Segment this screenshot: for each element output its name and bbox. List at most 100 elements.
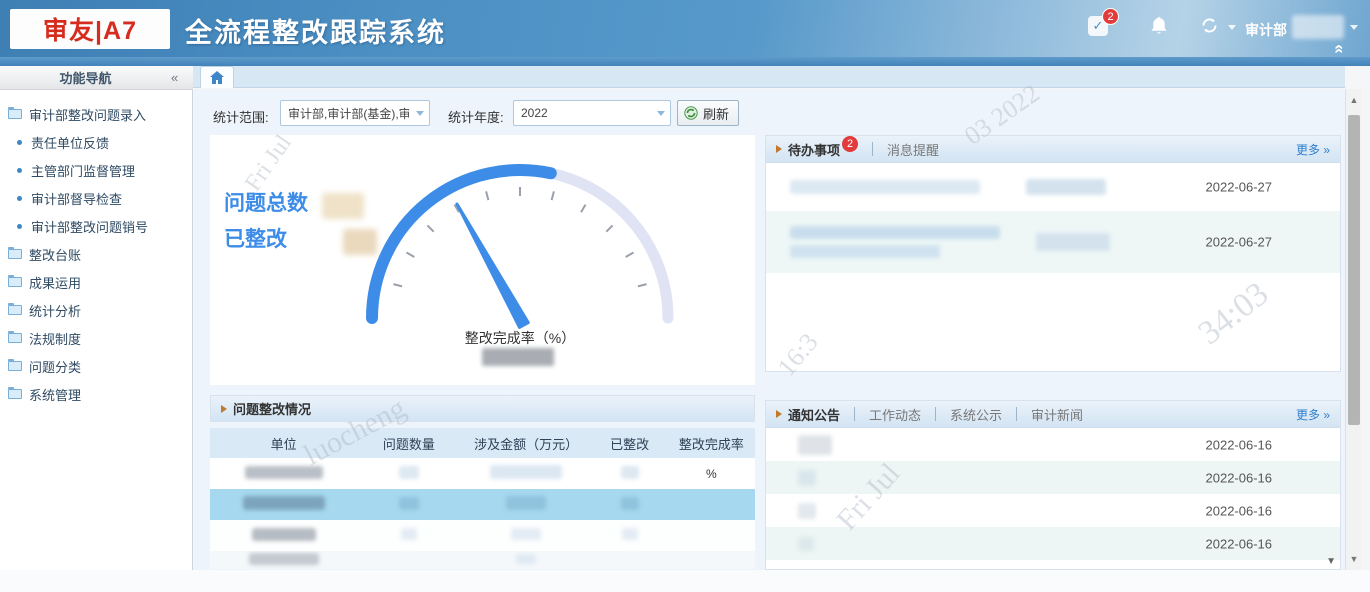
user-dropdown-caret[interactable] — [1350, 25, 1358, 30]
folder-icon — [8, 305, 22, 315]
refresh-button-label: 刷新 — [703, 104, 729, 123]
triangle-bullet-icon — [776, 145, 782, 153]
notice-row[interactable]: 2022-06-16 — [766, 494, 1340, 527]
sidebar-header: 功能导航 « — [0, 66, 193, 90]
redacted-text — [798, 503, 816, 519]
redacted-text — [399, 497, 419, 510]
notice-date: 2022-06-16 — [1206, 437, 1273, 452]
header-todo-badge: 2 — [1102, 8, 1119, 25]
sidebar-item-label: 审计部整改问题录入 — [29, 105, 146, 124]
sidebar-item-label: 法规制度 — [29, 329, 81, 348]
tab-system-announcements[interactable]: 系统公示 — [950, 405, 1002, 424]
gauge-needle — [457, 204, 528, 327]
todo-row[interactable]: 2022-06-27 — [766, 211, 1340, 273]
redacted-text — [1026, 179, 1106, 195]
vertical-scrollbar[interactable]: ▲ ▼ — [1345, 89, 1361, 570]
bullet-icon — [17, 196, 22, 201]
sidebar-item-results-usage[interactable]: 成果运用 — [0, 268, 193, 296]
sidebar-item-unit-feedback[interactable]: 责任单位反馈 — [0, 128, 193, 156]
divider — [854, 407, 855, 421]
notice-row[interactable]: 2022-06-16 — [766, 527, 1340, 560]
col-completion-rate: 整改完成率 — [668, 434, 755, 453]
redacted-text — [790, 180, 980, 194]
sidebar-collapse-icon[interactable]: « — [171, 70, 193, 85]
top-header: 审友|A7 全流程整改跟踪系统 ✓ 2 审计部 « — [0, 0, 1370, 57]
home-icon — [210, 71, 224, 84]
refresh-button[interactable]: 刷新 — [677, 100, 739, 126]
rate-cell: % — [668, 467, 755, 481]
todo-date: 2022-06-27 — [1206, 180, 1273, 195]
triangle-bullet-icon — [221, 405, 227, 413]
todo-panel-header: 待办事项 2 消息提醒 更多 » — [766, 136, 1340, 163]
notice-more-link[interactable]: 更多 » — [1296, 406, 1330, 423]
redacted-text — [790, 226, 1000, 239]
bullet-icon — [17, 140, 22, 145]
scroll-down-arrow-icon[interactable]: ▼ — [1346, 552, 1362, 566]
notice-date: 2022-06-16 — [1206, 503, 1273, 518]
tab-bar — [193, 66, 1345, 88]
refresh-icon[interactable] — [1200, 16, 1219, 35]
year-select[interactable]: 2022 — [513, 100, 671, 126]
redacted-text — [506, 496, 546, 510]
tab-message-reminder[interactable]: 消息提醒 — [887, 140, 939, 159]
redacted-text — [798, 537, 814, 551]
tab-notices[interactable]: 通知公告 — [788, 405, 840, 424]
sidebar-item-system-admin[interactable]: 系统管理 — [0, 380, 193, 408]
todo-more-link[interactable]: 更多 » — [1296, 141, 1330, 158]
redacted-text — [252, 528, 316, 541]
bell-icon[interactable] — [1150, 16, 1168, 36]
folder-icon — [8, 389, 22, 399]
chevron-down-icon — [416, 111, 424, 116]
redacted-text — [399, 466, 419, 479]
redacted-text — [1036, 233, 1110, 251]
scroll-up-arrow-icon[interactable]: ▲ — [1346, 93, 1362, 107]
scrollbar-thumb[interactable] — [1348, 115, 1360, 425]
folder-icon — [8, 361, 22, 371]
redacted-text — [790, 245, 940, 258]
sidebar-item-statistics[interactable]: 统计分析 — [0, 296, 193, 324]
redacted-text — [516, 554, 536, 564]
gauge-panel: 问题总数 已整改 整改完成率（%） — [210, 135, 755, 385]
notice-row[interactable]: 2022-06-16 — [766, 461, 1340, 494]
tab-home[interactable] — [200, 66, 234, 88]
gauge-caption: 整改完成率（%） — [360, 328, 680, 348]
year-select-value: 2022 — [521, 106, 548, 120]
divider — [872, 142, 873, 156]
sidebar-item-problem-entry[interactable]: 审计部整改问题录入 — [0, 100, 193, 128]
table-row-selected[interactable] — [210, 489, 755, 520]
logo-text: 审友|A7 — [43, 11, 137, 47]
notice-row[interactable]: 2022-06-16 — [766, 428, 1340, 461]
redacted-text — [245, 466, 323, 479]
app-window: 审友|A7 全流程整改跟踪系统 ✓ 2 审计部 « — [0, 0, 1370, 592]
sidebar-title: 功能导航 — [0, 68, 171, 87]
tab-todo-items[interactable]: 待办事项 — [788, 140, 840, 159]
redacted-text — [621, 497, 639, 510]
tab-audit-news[interactable]: 审计新闻 — [1031, 405, 1083, 424]
todo-row[interactable]: 2022-06-27 — [766, 163, 1340, 211]
scope-select[interactable]: 审计部,审计部(基金),审计 — [280, 100, 430, 126]
folder-icon — [8, 277, 22, 287]
table-row[interactable]: % — [210, 458, 755, 489]
username-redacted — [1292, 15, 1344, 39]
sidebar-item-ledger[interactable]: 整改台账 — [0, 240, 193, 268]
app-title: 全流程整改跟踪系统 — [185, 11, 446, 50]
sidebar-item-problem-closure[interactable]: 审计部整改问题销号 — [0, 212, 193, 240]
rectification-title: 问题整改情况 — [233, 399, 311, 418]
sidebar-item-dept-supervision[interactable]: 主管部门监督管理 — [0, 156, 193, 184]
sidebar-item-problem-category[interactable]: 问题分类 — [0, 352, 193, 380]
refresh-dropdown-caret[interactable] — [1228, 25, 1236, 30]
gauge-done-label: 已整改 — [224, 228, 287, 251]
sidebar-item-regulations[interactable]: 法规制度 — [0, 324, 193, 352]
table-row[interactable] — [210, 520, 755, 551]
table-row[interactable] — [210, 551, 755, 569]
col-unit: 单位 — [210, 434, 357, 453]
divider — [1016, 407, 1017, 421]
notice-date: 2022-06-16 — [1206, 470, 1273, 485]
tab-work-updates[interactable]: 工作动态 — [869, 405, 921, 424]
scroll-down-icon[interactable]: ▼ — [1326, 556, 1336, 567]
redacted-text — [798, 470, 816, 486]
sidebar-item-audit-inspection[interactable]: 审计部督导检查 — [0, 184, 193, 212]
col-fixed: 已整改 — [591, 434, 667, 453]
rectification-panel-header: 问题整改情况 — [210, 395, 755, 422]
collapse-header-icon[interactable]: « — [1330, 44, 1350, 51]
